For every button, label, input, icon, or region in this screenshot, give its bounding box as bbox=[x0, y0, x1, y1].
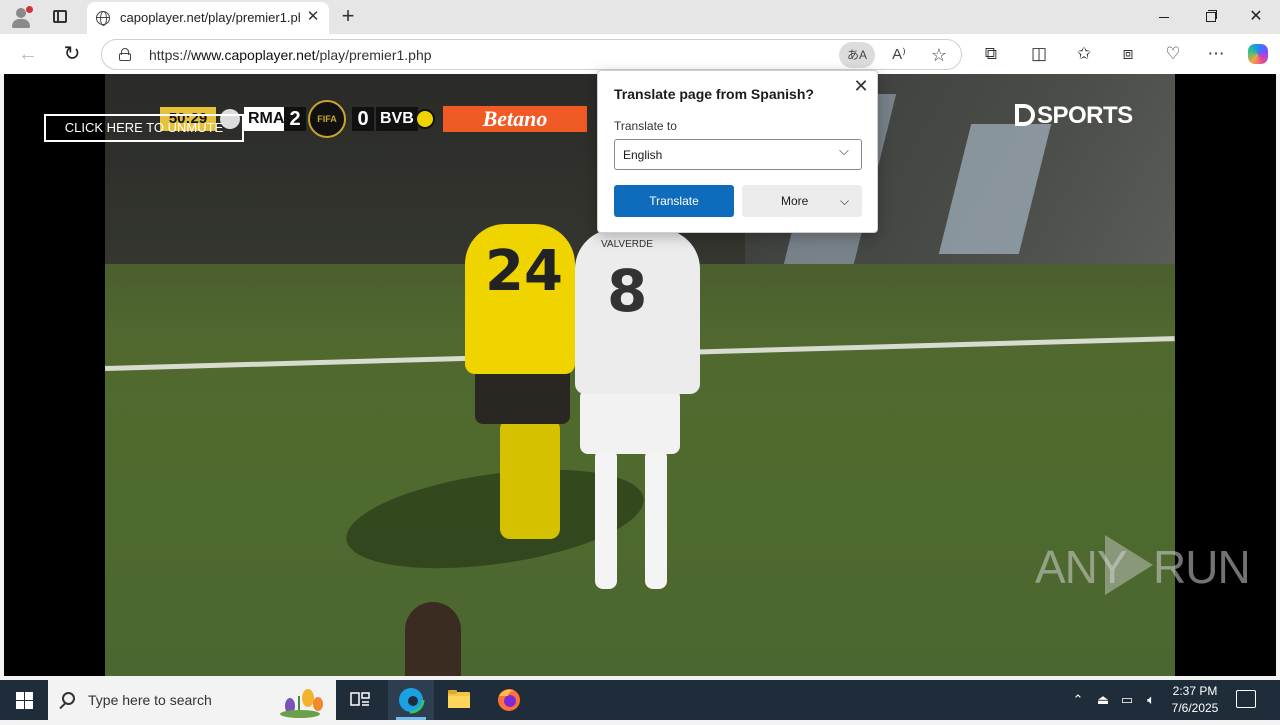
firefox-icon[interactable] bbox=[486, 680, 532, 720]
minimize-button[interactable] bbox=[1144, 4, 1184, 30]
close-window-button[interactable]: ✕ bbox=[1236, 4, 1276, 30]
home-score: 2 bbox=[284, 107, 306, 131]
search-placeholder: Type here to search bbox=[88, 692, 212, 708]
away-score: 0 bbox=[352, 107, 374, 131]
player-shorts bbox=[580, 389, 680, 454]
browser-tab-bar: capoplayer.net/play/premier1.php ✕ + ✕ bbox=[0, 0, 1280, 34]
chevron-down-icon: ⌵ bbox=[839, 143, 849, 158]
new-tab-button[interactable]: + bbox=[336, 5, 360, 29]
split-screen-icon[interactable]: ◫ bbox=[1025, 41, 1053, 67]
clock-time: 2:37 PM bbox=[1172, 684, 1218, 698]
back-button[interactable]: ← bbox=[14, 41, 42, 67]
translate-to-label: Translate to bbox=[614, 119, 677, 133]
url-scheme: https:// bbox=[149, 47, 192, 63]
player-white-jersey: VALVERDE 8 bbox=[575, 229, 700, 394]
popup-title: Translate page from Spanish? bbox=[614, 86, 814, 102]
translate-icon[interactable]: あA bbox=[839, 42, 875, 68]
collections-icon[interactable]: ⧈ bbox=[1114, 41, 1142, 67]
lock-icon[interactable] bbox=[119, 48, 131, 61]
extensions-icon[interactable]: ⧉ bbox=[977, 41, 1005, 67]
player-yellow-jersey: 24 bbox=[465, 224, 575, 374]
volume-icon[interactable]: 🔈︎ bbox=[1140, 680, 1162, 720]
jersey-number: 24 bbox=[485, 239, 563, 304]
player-legs bbox=[500, 419, 560, 539]
browser-toolbar: ← ↻ https://www.capoplayer.net/play/prem… bbox=[0, 34, 1280, 74]
translate-popup: Translate page from Spanish? ✕ Translate… bbox=[597, 70, 878, 233]
reload-button[interactable]: ↻ bbox=[58, 41, 86, 67]
channel-logo: SPORTS bbox=[1015, 102, 1133, 130]
more-button[interactable]: More ⌵ bbox=[742, 185, 862, 217]
file-explorer-icon[interactable] bbox=[436, 680, 482, 720]
sponsor-logo: Betano bbox=[443, 106, 587, 132]
channel-name: SPORTS bbox=[1037, 102, 1133, 129]
spectator-head bbox=[405, 602, 461, 676]
tab-title: capoplayer.net/play/premier1.php bbox=[120, 10, 300, 25]
browser-tab[interactable]: capoplayer.net/play/premier1.php ✕ bbox=[87, 2, 329, 34]
notification-dot bbox=[26, 6, 33, 13]
close-tab-icon[interactable]: ✕ bbox=[304, 8, 322, 26]
more-button-label: More bbox=[781, 194, 809, 208]
player-legs bbox=[575, 449, 685, 599]
url-path: /play/premier1.php bbox=[315, 47, 432, 63]
favorites-icon[interactable]: ✩ bbox=[1070, 41, 1098, 67]
address-bar[interactable]: https://www.capoplayer.net/play/premier1… bbox=[101, 39, 962, 70]
close-icon[interactable]: ✕ bbox=[851, 76, 871, 96]
copilot-icon[interactable] bbox=[1248, 44, 1268, 64]
fifa-badge-icon: FIFA bbox=[308, 100, 346, 138]
browser-essentials-icon[interactable]: ♡ bbox=[1159, 41, 1187, 67]
tab-actions-icon[interactable] bbox=[48, 6, 72, 28]
unmute-button[interactable]: CLICK HERE TO UNMUTE bbox=[44, 114, 244, 142]
add-favorite-star-icon[interactable]: ☆ bbox=[921, 42, 957, 68]
read-aloud-icon[interactable]: A⁾ bbox=[881, 42, 917, 68]
url-host: www.capoplayer.net bbox=[191, 47, 316, 63]
channel-d-icon bbox=[1015, 104, 1035, 126]
system-clock[interactable]: 2:37 PM 7/6/2025 bbox=[1162, 683, 1228, 717]
settings-more-icon[interactable]: ⋯ bbox=[1202, 41, 1230, 67]
selected-language: English bbox=[623, 148, 663, 162]
away-crest-icon bbox=[415, 109, 435, 129]
taskbar-search-box[interactable]: Type here to search bbox=[48, 680, 336, 720]
windows-start-button[interactable] bbox=[0, 680, 48, 720]
usb-device-icon[interactable]: ⏏ bbox=[1092, 680, 1114, 720]
search-icon bbox=[62, 692, 75, 705]
globe-icon bbox=[96, 11, 110, 26]
jersey-number: 8 bbox=[607, 257, 648, 325]
edge-browser-taskbar-icon[interactable] bbox=[388, 680, 434, 720]
url-text[interactable]: https://www.capoplayer.net/play/premier1… bbox=[149, 47, 432, 63]
restore-button[interactable] bbox=[1190, 4, 1230, 30]
network-icon[interactable]: ▭ bbox=[1116, 680, 1138, 720]
chevron-down-icon: ⌵ bbox=[840, 194, 850, 208]
task-view-icon[interactable] bbox=[337, 680, 383, 720]
show-hidden-icons-chevron-icon[interactable]: ⌃ bbox=[1068, 680, 1088, 720]
clock-date: 7/6/2025 bbox=[1171, 701, 1219, 715]
translate-button[interactable]: Translate bbox=[614, 185, 734, 217]
tulip-decoration-icon bbox=[280, 689, 323, 718]
play-triangle-icon bbox=[1105, 535, 1153, 595]
taskbar: Type here to search ⌃ ⏏ ▭ 🔈︎ 2:37 PM 7/6… bbox=[0, 680, 1280, 720]
anyrun-watermark: ANY RUN bbox=[1035, 535, 1251, 595]
away-team: BVB bbox=[376, 107, 418, 131]
profile-icon[interactable] bbox=[10, 6, 34, 28]
jersey-name: VALVERDE bbox=[601, 239, 653, 250]
notification-center-icon[interactable] bbox=[1236, 690, 1256, 708]
watermark-right: RUN bbox=[1153, 541, 1251, 593]
home-team: RMA bbox=[244, 107, 289, 131]
language-select[interactable]: English ⌵ bbox=[614, 139, 862, 170]
